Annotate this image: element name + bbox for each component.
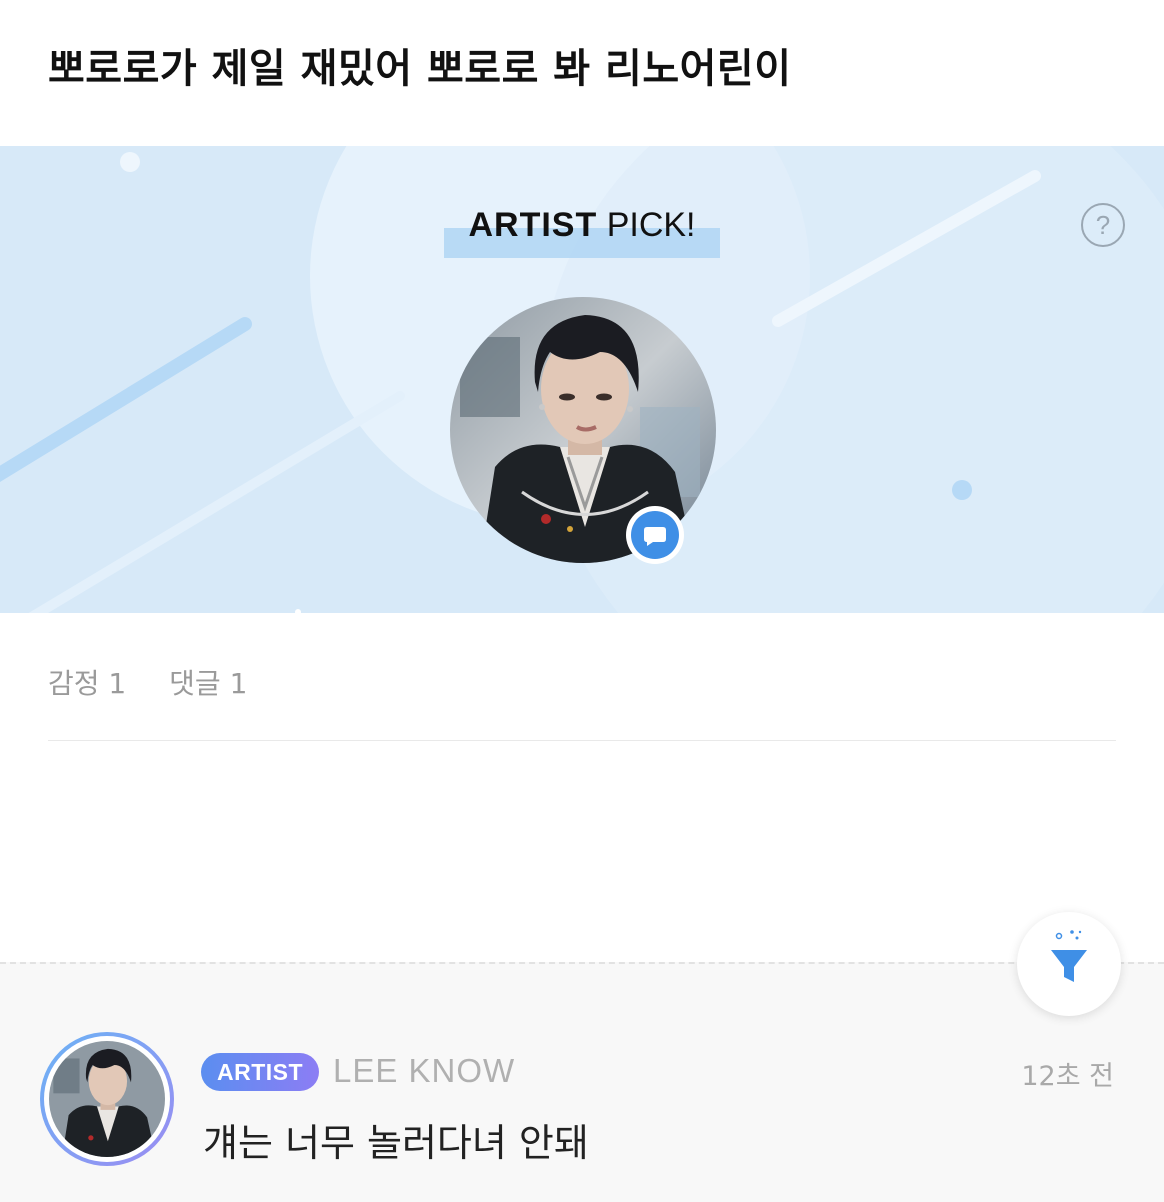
post-stats: 감정 1 댓글 1 bbox=[48, 662, 281, 702]
comment-avatar[interactable] bbox=[40, 1032, 174, 1166]
emotions-count[interactable]: 감정 1 bbox=[48, 667, 126, 700]
help-symbol: ? bbox=[1095, 210, 1111, 240]
comments-count[interactable]: 댓글 1 bbox=[169, 667, 247, 700]
commenter-photo bbox=[49, 1041, 165, 1157]
comment-author[interactable]: LEE KNOW bbox=[333, 1052, 515, 1090]
question-circle-icon[interactable]: ? bbox=[1081, 203, 1125, 247]
funnel-icon bbox=[1051, 930, 1087, 982]
artist-pick-label-light: PICK! bbox=[606, 206, 696, 244]
post-title: 뽀로로가 제일 재밌어 뽀로로 봐 리노어린이 bbox=[48, 46, 792, 92]
artist-pick-label-strong: ARTIST bbox=[468, 206, 598, 244]
artist-pick-title: ARTIST PICK! bbox=[444, 205, 720, 257]
filter-button[interactable] bbox=[1017, 912, 1121, 1016]
comment-text: 걔는 너무 놀러다녀 안돼 bbox=[203, 1121, 589, 1165]
divider bbox=[48, 740, 1116, 741]
chat-bubble-icon bbox=[631, 511, 679, 559]
artist-badge: ARTIST bbox=[201, 1053, 320, 1091]
comment-timestamp: 12초 전 bbox=[1021, 1061, 1114, 1092]
chat-badge[interactable] bbox=[626, 506, 684, 564]
